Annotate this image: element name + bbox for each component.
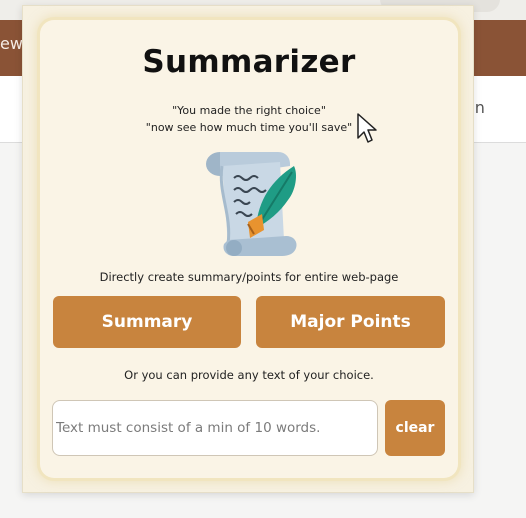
description-text: Directly create summary/points for entir…: [99, 270, 399, 284]
mouse-cursor-icon: [357, 113, 377, 143]
custom-text-input[interactable]: [52, 400, 378, 456]
app-title: Summarizer: [142, 44, 356, 80]
background-header-text: ew: [0, 34, 23, 53]
summarizer-card: Summarizer "You made the right choice" "…: [40, 20, 458, 478]
custom-text-hint: Or you can provide any text of your choi…: [124, 368, 374, 382]
tagline-line-1: "You made the right choice": [172, 104, 326, 117]
extension-popup: Summarizer "You made the right choice" "…: [22, 5, 474, 493]
tagline-line-2: "now see how much time you'll save": [145, 121, 353, 134]
clear-button[interactable]: clear: [385, 400, 445, 456]
summary-button[interactable]: Summary: [53, 296, 241, 348]
scroll-quill-icon: [206, 152, 297, 256]
major-points-button[interactable]: Major Points: [256, 296, 445, 348]
